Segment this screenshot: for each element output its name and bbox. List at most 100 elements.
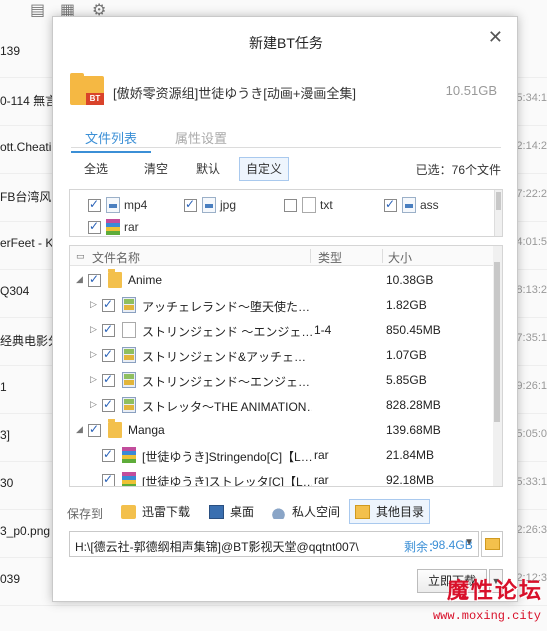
custom-button[interactable]: 自定义 [239, 157, 290, 181]
checkbox[interactable] [88, 422, 101, 437]
save-desktop-button[interactable]: 桌面 [203, 499, 260, 524]
tree-row[interactable]: [世徒ゆうき]ストレッタ[C]【L…rar 92.18MB [70, 468, 494, 487]
tree-item-name: Anime [128, 273, 163, 287]
save-xunlei-button[interactable]: 迅雷下载 [115, 499, 196, 524]
types-scrollbar[interactable] [494, 190, 502, 236]
select-all-button[interactable]: 全选 [77, 157, 115, 181]
checkbox[interactable] [88, 197, 101, 212]
clear-button[interactable]: 清空 [137, 157, 175, 181]
background-task-time: 7:35:1 [516, 332, 547, 344]
folder-icon [108, 419, 122, 438]
file-type-label: mp4 [124, 198, 148, 212]
file-type-ass[interactable]: ass [384, 196, 439, 214]
close-icon[interactable]: ✕ [488, 27, 503, 48]
tab-properties[interactable]: 属性设置 [161, 128, 241, 151]
expand-toggle-icon[interactable]: ◢ [76, 424, 83, 435]
rar-icon [122, 472, 136, 486]
tree-scrollbar[interactable] [493, 246, 502, 486]
new-bt-task-dialog: 新建BT任务 ✕ BT [傲娇零资源组]世徒ゆうき[动画+漫画全集] 10.51… [52, 16, 518, 602]
file-type-label: txt [320, 198, 333, 212]
background-task-time: 2:26:3 [516, 524, 547, 536]
tree-item-name: [世徒ゆうき]ストレッタ[C]【L… [142, 475, 312, 487]
save-location-bar: 保存到 迅雷下载 桌面 私人空间 其他目录 [67, 499, 507, 525]
file-type-mp4[interactable]: mp4 [88, 196, 147, 214]
checkbox[interactable] [284, 198, 297, 212]
checkbox[interactable] [102, 297, 115, 312]
file-type-jpg[interactable]: jpg [184, 196, 236, 214]
rar-icon [122, 447, 136, 463]
header-name[interactable]: 文件名称 [92, 249, 140, 266]
expand-toggle-icon[interactable]: ▷ [90, 299, 97, 310]
checkbox[interactable] [102, 322, 115, 337]
tree-item-size: 92.18MB [386, 473, 435, 487]
tree-item-name: アッチェレランド～堕天使た… [142, 300, 311, 314]
save-to-label: 保存到 [67, 507, 104, 521]
tree-item-name: [世徒ゆうき]Stringendo[C]【L… [142, 450, 312, 464]
checkbox[interactable] [184, 197, 197, 212]
header-size[interactable]: 大小 [388, 249, 412, 266]
tree-row[interactable]: ▷ ストレッタ～THE ANIMATION… 828.28MB [70, 393, 494, 418]
tree-header: ▭ 文件名称 类型 大小 [70, 246, 494, 266]
tree-row[interactable]: ◢ Manga 139.68MB [70, 418, 494, 443]
tree-item-name: Manga [128, 423, 165, 437]
tree-row[interactable]: ▷ ストリンジェンド&アッチェ… 1.07GB [70, 343, 494, 368]
desktop-icon [209, 504, 224, 519]
background-task-name: 0-114 無言 [0, 94, 58, 108]
browse-folder-button[interactable] [481, 531, 503, 557]
xunlei-folder-icon [121, 504, 136, 519]
collapse-all-icon[interactable]: ▭ [76, 251, 85, 262]
background-task-time: 7:22:2 [516, 188, 547, 200]
file-type-label: jpg [220, 198, 237, 212]
tree-item-size: 5.85GB [386, 373, 427, 387]
checkbox[interactable] [102, 372, 115, 387]
checkbox[interactable] [102, 397, 115, 412]
default-button[interactable]: 默认 [189, 157, 227, 181]
tree-row[interactable]: ▷ ストリンジェンド ～エンジェ…1-4 850.45MB [70, 318, 494, 343]
expand-toggle-icon[interactable]: ▷ [90, 324, 97, 335]
tree-row[interactable]: [世徒ゆうき]Stringendo[C]【L…rar 21.84MB [70, 443, 494, 468]
checkbox[interactable] [88, 272, 101, 287]
private-space-icon [271, 504, 286, 519]
folder-icon [108, 269, 122, 288]
checkbox[interactable] [102, 447, 115, 462]
tree-item-size: 21.84MB [386, 448, 435, 462]
background-task-time: 5:05:0 [516, 428, 547, 440]
checkbox[interactable] [102, 472, 115, 486]
filter-bar: 全选 清空 默认 自定义 已选：76个文件 [71, 157, 501, 181]
tree-row[interactable]: ▷ ストリンジェンド～エンジェ… 5.85GB [70, 368, 494, 393]
tree-row[interactable]: ▷ アッチェレランド～堕天使た… 1.82GB [70, 293, 494, 318]
background-task-name: 139 [0, 44, 21, 58]
dropdown-arrow-icon[interactable]: ▼ [464, 537, 474, 548]
file-type-label: rar [124, 220, 139, 234]
bt-folder-icon: BT [70, 73, 104, 105]
checkbox[interactable] [384, 197, 397, 212]
mp4-file-icon [106, 197, 120, 213]
dialog-title: 新建BT任务 [249, 35, 323, 51]
save-other-dir-button[interactable]: 其他目录 [349, 499, 431, 524]
header-type[interactable]: 类型 [318, 249, 342, 266]
folder-icon [485, 538, 500, 550]
save-private-space-button[interactable]: 私人空间 [265, 499, 346, 524]
file-type-txt[interactable]: txt [284, 196, 333, 214]
background-task-name: FB台湾风 [0, 190, 52, 204]
tab-bar: 文件列表 属性设置 [71, 128, 501, 153]
tree-item-size: 1.07GB [386, 348, 427, 362]
expand-toggle-icon[interactable]: ▷ [90, 399, 97, 410]
tree-item-type: rar [314, 448, 329, 462]
expand-toggle-icon[interactable]: ◢ [76, 274, 83, 285]
checkbox[interactable] [102, 347, 115, 362]
save-path-combobox[interactable]: H:\[德云社-郭德纲相声集锦]@BT影视天堂@qqtnt007\ 剩余： 98… [69, 531, 479, 557]
expand-toggle-icon[interactable]: ▷ [90, 374, 97, 385]
background-task-name: 经典电影分 [0, 334, 61, 348]
background-task-time: 8:13:2 [516, 284, 547, 296]
tab-file-list[interactable]: 文件列表 [71, 128, 152, 153]
tree-row[interactable]: ◢ Anime 10.38GB [70, 268, 494, 293]
tree-item-size: 850.45MB [386, 323, 441, 337]
file-type-rar[interactable]: rar [88, 218, 139, 236]
expand-toggle-icon[interactable]: ▷ [90, 349, 97, 360]
tree-item-type: rar [314, 473, 329, 487]
watermark-url: www.moxing.city [432, 609, 541, 623]
document-icon[interactable]: ▤ [30, 0, 45, 20]
checkbox[interactable] [88, 219, 101, 234]
background-task-time: 4:01:5 [516, 236, 547, 248]
